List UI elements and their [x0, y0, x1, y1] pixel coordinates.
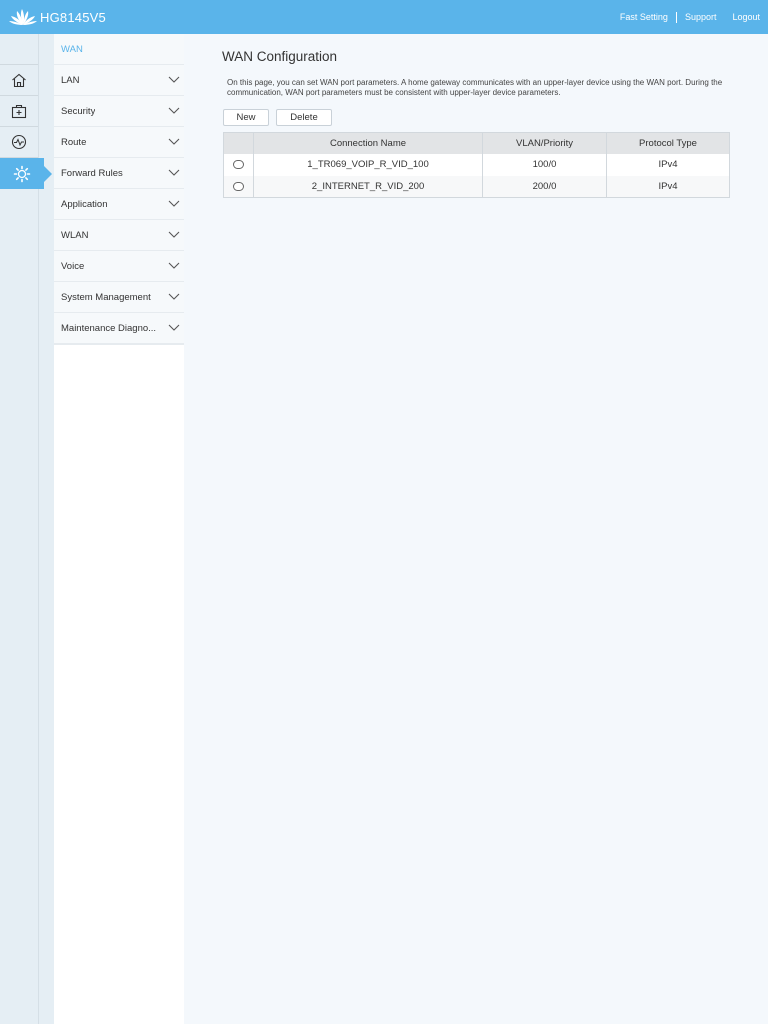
delete-button[interactable]: Delete: [276, 109, 332, 126]
sidebar-item-label: Route: [61, 136, 87, 148]
row-select-cell: [223, 175, 254, 198]
sidebar-item-maintenance-diagnosis[interactable]: Maintenance Diagno...: [54, 313, 184, 344]
chevron-down-icon: [168, 324, 180, 331]
brand: HG8145V5: [8, 6, 106, 28]
rail-item-add[interactable]: [0, 96, 38, 127]
device-model: HG8145V5: [40, 9, 106, 25]
top-bar: HG8145V5 Fast Setting Support Logout: [0, 0, 768, 34]
chevron-down-icon: [168, 138, 180, 145]
row-select-radio[interactable]: [233, 181, 244, 191]
row-select-radio[interactable]: [233, 159, 244, 169]
top-links: Fast Setting Support Logout: [620, 0, 760, 34]
sidebar-item-wlan[interactable]: WLAN: [54, 220, 184, 251]
chevron-down-icon: [168, 169, 180, 176]
sidebar-item-label: Voice: [61, 260, 85, 272]
gear-icon: [13, 165, 31, 182]
sidebar-item-forward-rules[interactable]: Forward Rules: [54, 158, 184, 189]
page-title: WAN Configuration: [222, 49, 338, 64]
icon-rail: [0, 34, 54, 1024]
protocol-type-cell: IPv4: [606, 175, 730, 198]
table-row[interactable]: 2_INTERNET_R_VID_200 200/0 IPv4: [223, 175, 730, 198]
chevron-down-icon: [168, 231, 180, 238]
connection-name-cell[interactable]: 1_TR069_VOIP_R_VID_100: [253, 153, 483, 176]
chevron-down-icon: [168, 76, 180, 83]
chevron-down-icon: [168, 293, 180, 300]
column-header-connection-name: Connection Name: [253, 132, 483, 154]
fast-setting-link[interactable]: Fast Setting: [620, 12, 668, 22]
chevron-down-icon: [168, 262, 180, 269]
sidebar-item-label: Application: [61, 198, 108, 210]
page-description: On this page, you can set WAN port param…: [227, 78, 723, 97]
sidebar-item-voice[interactable]: Voice: [54, 251, 184, 282]
column-header-select: [223, 132, 254, 154]
sidebar-item-label: Security: [61, 105, 96, 117]
vlan-priority-cell: 200/0: [482, 175, 607, 198]
protocol-type-cell: IPv4: [606, 153, 730, 176]
main-content: WAN Configuration On this page, you can …: [184, 34, 768, 1024]
sidebar-item-route[interactable]: Route: [54, 127, 184, 158]
sidebar-item-label: LAN: [61, 74, 80, 86]
logout-link[interactable]: Logout: [732, 12, 760, 22]
sidebar-item-lan[interactable]: LAN: [54, 65, 184, 96]
rail-item-advanced[interactable]: [0, 158, 52, 189]
sidebar-bottom-border: [54, 344, 184, 345]
sidebar-item-security[interactable]: Security: [54, 96, 184, 127]
sidebar-item-system-management[interactable]: System Management: [54, 282, 184, 313]
table-header-row: Connection Name VLAN/Priority Protocol T…: [223, 132, 730, 154]
column-header-vlan-priority: VLAN/Priority: [482, 132, 607, 154]
sidebar-item-label: WLAN: [61, 229, 89, 241]
wan-connections-table: Connection Name VLAN/Priority Protocol T…: [223, 132, 730, 198]
sidebar-item-wan[interactable]: WAN: [54, 34, 184, 65]
pulse-icon: [11, 134, 27, 150]
sidebar-item-application[interactable]: Application: [54, 189, 184, 220]
chevron-down-icon: [168, 200, 180, 207]
rail-item-diagnose[interactable]: [0, 127, 38, 158]
row-select-cell: [223, 153, 254, 176]
sidebar-item-label: Maintenance Diagno...: [61, 322, 157, 334]
connection-name-cell[interactable]: 2_INTERNET_R_VID_200: [253, 175, 483, 198]
new-button[interactable]: New: [223, 109, 269, 126]
huawei-logo-icon: [9, 9, 37, 25]
chevron-down-icon: [168, 107, 180, 114]
plus-box-icon: [11, 104, 27, 118]
support-link[interactable]: Support: [685, 12, 717, 22]
sidebar-menu: WAN LAN Security Route Forward Rules App…: [54, 34, 184, 1024]
table-row[interactable]: 1_TR069_VOIP_R_VID_100 100/0 IPv4: [223, 153, 730, 176]
home-icon: [12, 73, 26, 87]
sidebar-item-label: WAN: [61, 43, 83, 55]
sidebar-item-label: System Management: [61, 291, 151, 303]
rail-item-home[interactable]: [0, 65, 38, 96]
column-header-protocol-type: Protocol Type: [606, 132, 730, 154]
sidebar-item-label: Forward Rules: [61, 167, 123, 179]
vlan-priority-cell: 100/0: [482, 153, 607, 176]
link-separator: [675, 11, 677, 23]
